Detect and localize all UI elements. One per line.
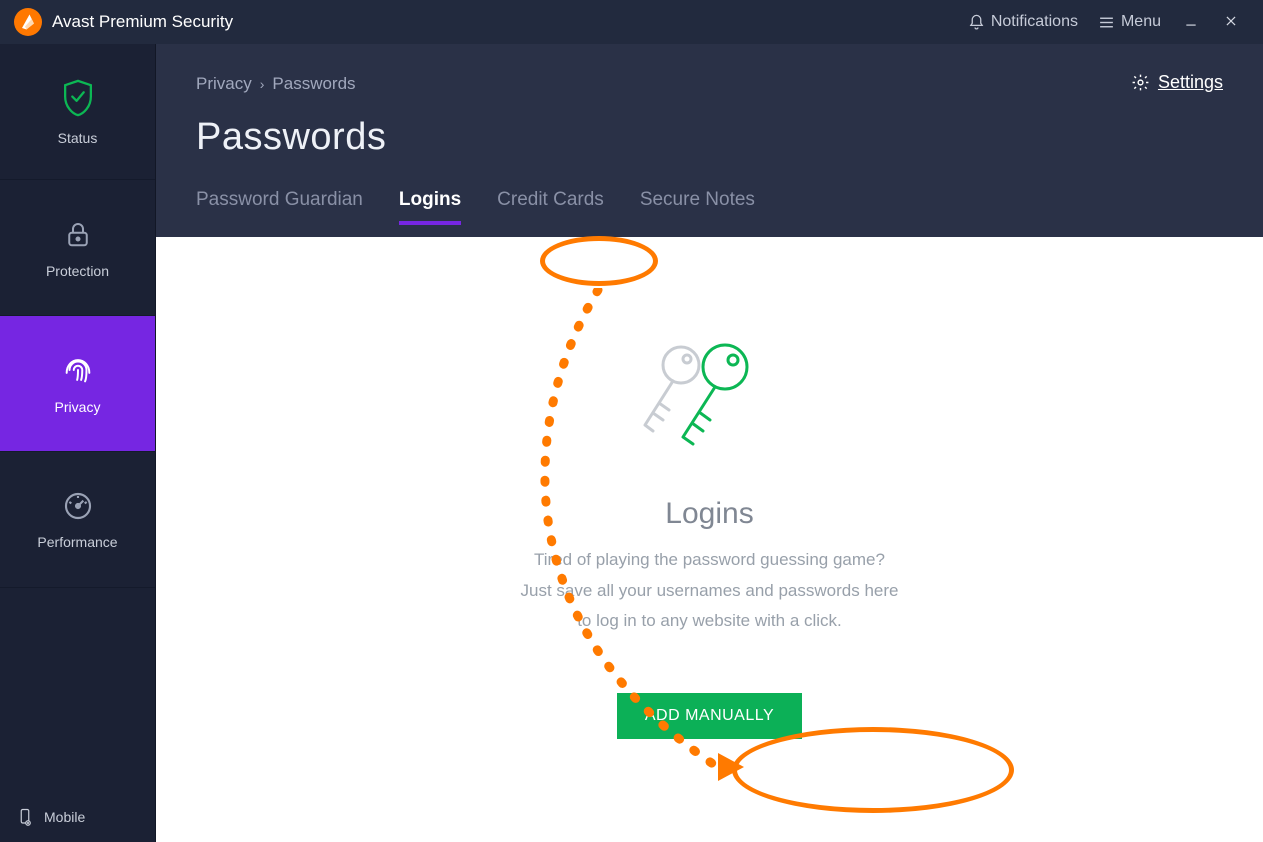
- tab-label: Secure Notes: [640, 189, 755, 210]
- minimize-button[interactable]: [1171, 12, 1211, 33]
- chevron-right-icon: ›: [260, 76, 265, 92]
- sidebar-item-performance[interactable]: Performance: [0, 452, 155, 588]
- keys-icon: [635, 337, 785, 457]
- sidebar-footer-label: Mobile: [44, 809, 85, 825]
- tab-logins[interactable]: Logins: [399, 189, 461, 223]
- breadcrumb-root[interactable]: Privacy: [196, 74, 252, 94]
- shield-check-icon: [60, 78, 96, 118]
- app-name: Avast Premium Security: [52, 12, 233, 32]
- tab-label: Password Guardian: [196, 189, 363, 210]
- empty-title: Logins: [665, 497, 753, 531]
- empty-line: to log in to any website with a click.: [521, 606, 899, 637]
- sidebar-item-privacy[interactable]: Privacy: [0, 316, 155, 452]
- settings-label: Settings: [1158, 72, 1223, 93]
- notifications-label: Notifications: [991, 13, 1078, 31]
- titlebar: Avast Premium Security Notifications Men…: [0, 0, 1263, 44]
- settings-link[interactable]: Settings: [1131, 72, 1223, 93]
- empty-line: Just save all your usernames and passwor…: [521, 576, 899, 607]
- tab-label: Logins: [399, 189, 461, 210]
- mobile-icon: [16, 808, 34, 826]
- lock-icon: [63, 217, 93, 251]
- avast-logo-icon: [14, 8, 42, 36]
- tabs: Password Guardian Logins Credit Cards Se…: [196, 189, 1223, 237]
- main-header: Privacy › Passwords Passwords Settings P…: [156, 44, 1263, 237]
- sidebar-item-status[interactable]: Status: [0, 44, 155, 180]
- sidebar-item-label: Performance: [37, 534, 117, 550]
- sidebar-item-label: Privacy: [55, 399, 101, 415]
- menu-label: Menu: [1121, 13, 1161, 31]
- empty-line: Tired of playing the password guessing g…: [521, 545, 899, 576]
- close-button[interactable]: [1211, 12, 1251, 33]
- tab-password-guardian[interactable]: Password Guardian: [196, 189, 363, 223]
- sidebar-item-label: Protection: [46, 263, 109, 279]
- sidebar-item-protection[interactable]: Protection: [0, 180, 155, 316]
- brand: Avast Premium Security: [14, 8, 233, 36]
- content-area: Logins Tired of playing the password gue…: [156, 237, 1263, 842]
- sidebar-item-label: Status: [58, 130, 98, 146]
- breadcrumb: Privacy › Passwords: [196, 74, 1223, 94]
- tab-credit-cards[interactable]: Credit Cards: [497, 189, 604, 223]
- main-area: Privacy › Passwords Passwords Settings P…: [156, 44, 1263, 842]
- breadcrumb-current: Passwords: [272, 74, 355, 94]
- bell-icon: [968, 14, 985, 31]
- hamburger-icon: [1098, 14, 1115, 31]
- notifications-button[interactable]: Notifications: [958, 9, 1088, 35]
- gear-icon: [1131, 73, 1150, 92]
- gauge-icon: [62, 490, 94, 522]
- sidebar-footer-mobile[interactable]: Mobile: [0, 792, 155, 842]
- fingerprint-icon: [61, 353, 95, 387]
- add-manually-button[interactable]: ADD MANUALLY: [617, 693, 802, 739]
- page-title: Passwords: [196, 116, 1223, 159]
- tab-secure-notes[interactable]: Secure Notes: [640, 189, 755, 223]
- tab-label: Credit Cards: [497, 189, 604, 210]
- sidebar: Status Protection Privacy Performance Mo…: [0, 44, 156, 842]
- menu-button[interactable]: Menu: [1088, 9, 1171, 35]
- empty-description: Tired of playing the password guessing g…: [521, 545, 899, 637]
